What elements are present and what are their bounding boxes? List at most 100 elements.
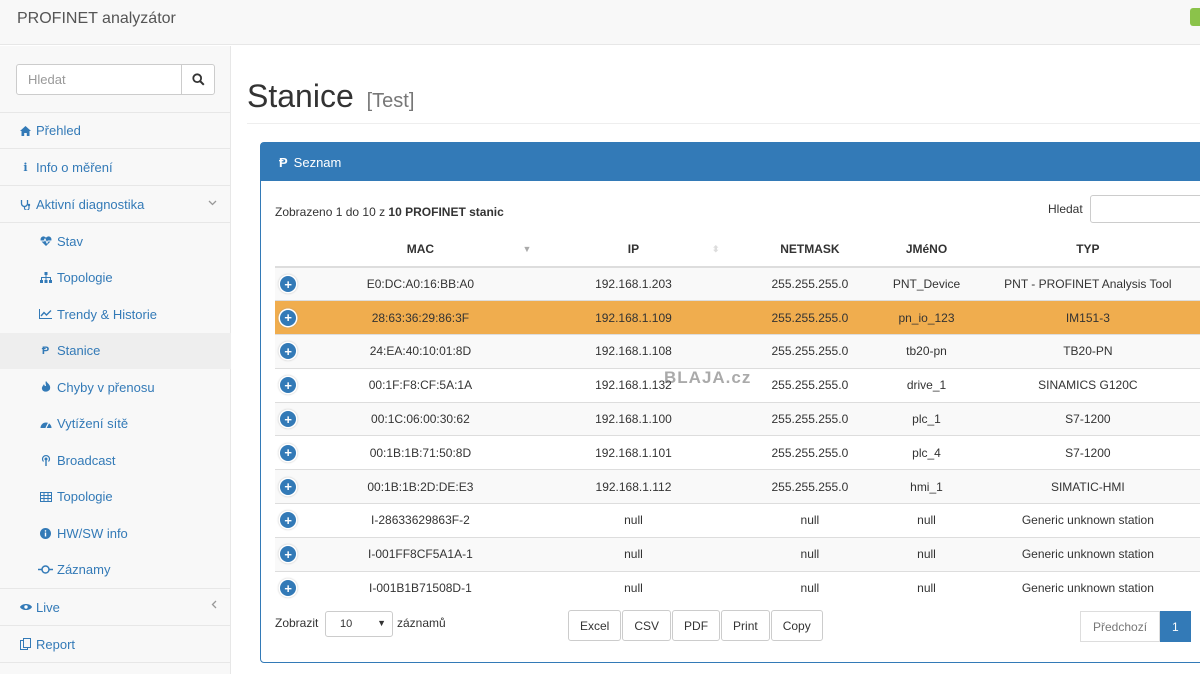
table-row[interactable]: + I-001B1B71508D-1 null null null Generic unk…	[275, 570, 1200, 605]
pagination-page-1[interactable]: 1	[1160, 611, 1191, 642]
expand-row-icon[interactable]: +	[280, 309, 297, 326]
sitemap-icon	[38, 272, 53, 284]
table-row[interactable]: +00:1C:06:00:30:62 192.168.1.100 255.255.2…	[275, 401, 1200, 436]
table-cell-expand: +	[275, 469, 302, 504]
table-cell-type: IM151-3	[960, 300, 1200, 335]
table-cell-netmask: null	[727, 503, 893, 538]
table-header-name[interactable]: JMéNO	[892, 231, 961, 268]
table-cell-ip: 192.168.1.109	[539, 300, 728, 335]
sidebar-subitem-vytizeni[interactable]: Vytížení sítě	[0, 406, 231, 443]
table-cell-name: hmi_1	[892, 469, 961, 504]
csv-button[interactable]: CSV	[622, 610, 672, 641]
copy-icon	[18, 638, 33, 650]
table-cell-netmask: 255.255.255.0	[727, 367, 893, 403]
table-row[interactable]: + I-001FF8CF5A1A-1 null null null Generic unk…	[275, 536, 1200, 572]
expand-row-icon[interactable]: +	[280, 546, 297, 563]
table-header-label: JMéNO	[905, 241, 948, 256]
sidebar-item-info[interactable]: i Info o měření	[0, 149, 231, 186]
info-circle-icon	[38, 527, 53, 539]
expand-row-icon[interactable]: +	[280, 512, 297, 529]
table-body: + E0:DC:A0:16:BB:A0 192.168.1.203 255.255.2…	[275, 266, 1200, 605]
pagination-previous[interactable]: Předchozí	[1080, 611, 1161, 642]
table-cell-name: plc_4	[892, 435, 961, 470]
table-row[interactable]: +00:1B:1B:2D:DE:E3 192.168.1.112 255.255.2…	[275, 469, 1200, 504]
table-cell-mac: 00:1C:06:00:30:62	[301, 401, 540, 436]
table-cell-mac: I-001B1B71508D-1	[301, 570, 540, 605]
sidebar-subitem-trendy[interactable]: Trendy & Historie	[0, 296, 231, 333]
sidebar-subitem-stanice[interactable]: Ᵽ Stanice	[0, 332, 231, 369]
sidebar-subitem-chyby[interactable]: Chyby v přenosu	[0, 369, 231, 406]
page-title-text: Stanice	[247, 78, 354, 114]
table-cell-name: tb20-pn	[892, 334, 961, 369]
excel-button[interactable]: Excel	[568, 610, 622, 641]
app-title[interactable]: PROFINET analyzátor	[17, 10, 176, 28]
dashboard-icon	[38, 419, 53, 429]
table-cell-expand: +	[275, 300, 302, 335]
table-header-label: IP	[627, 241, 640, 256]
info-icon: i	[23, 160, 28, 174]
table-row[interactable]: + I-28633629863F-2 null null null Generic unk…	[275, 503, 1200, 538]
search-input[interactable]	[17, 65, 181, 94]
sidebar-item-live[interactable]: Live	[0, 589, 231, 626]
sidebar-subitem-label: Broadcast	[57, 452, 116, 468]
table-cell-ip: null	[539, 536, 728, 572]
table-cell-netmask: null	[727, 536, 893, 572]
expand-row-icon[interactable]: +	[280, 411, 297, 428]
table-cell-mac: 24:EA:40:10:01:8D	[301, 334, 540, 369]
sidebar-subitem-hwsw[interactable]: HW/SW info	[0, 515, 231, 552]
page-subtitle: [Test]	[366, 90, 415, 112]
sidebar-item-aktivni-diagnostika[interactable]: Aktivní diagnostika	[0, 186, 231, 223]
caret-down-icon: ▼	[377, 618, 386, 628]
expand-row-icon[interactable]: +	[280, 377, 297, 394]
expand-row-icon[interactable]: +	[280, 444, 297, 461]
table-info-count: 10 PROFINET stanic	[388, 205, 504, 219]
table-cell-netmask: null	[727, 570, 893, 605]
table-cell-netmask: 255.255.255.0	[727, 266, 893, 301]
sidebar-item-report[interactable]: Report	[0, 626, 231, 663]
user-icon[interactable]	[1190, 8, 1200, 26]
table-row[interactable]: +00:1B:1B:71:50:8D 192.168.1.101 255.255.2…	[275, 435, 1200, 470]
table-row[interactable]: +24:EA:40:10:01:8D 192.168.1.108 255.255.2…	[275, 334, 1200, 369]
sidebar-subitem-stav[interactable]: Stav	[0, 223, 231, 260]
table-cell-name: plc_1	[892, 401, 961, 436]
title-divider	[247, 123, 1200, 124]
table-icon	[38, 491, 53, 502]
pdf-button[interactable]: PDF	[672, 610, 721, 641]
table-row[interactable]: + E0:DC:A0:16:BB:A0 192.168.1.203 255.255.2…	[275, 266, 1200, 301]
sidebar-subitem-topologie-table[interactable]: Topologie	[0, 479, 231, 516]
sidebar-subitem-broadcast[interactable]: Broadcast	[0, 442, 231, 479]
table-cell-type: S7-1200	[960, 435, 1200, 470]
expand-row-icon[interactable]: +	[280, 580, 297, 597]
table-header-mac[interactable]: MAC ▼	[301, 231, 540, 268]
page-length-select[interactable]: 10 ▼	[325, 611, 393, 637]
print-button[interactable]: Print	[721, 610, 770, 641]
table-cell-type: SINAMICS G120C	[960, 367, 1200, 403]
table-cell-mac: 00:1F:F8:CF:5A:1A	[301, 367, 540, 403]
table-cell-mac: 00:1B:1B:2D:DE:E3	[301, 469, 540, 504]
expand-row-icon[interactable]: +	[280, 343, 297, 360]
table-row[interactable]: +28:63:36:29:86:3F 192.168.1.109 255.255.2…	[275, 300, 1200, 335]
expand-row-icon[interactable]: +	[280, 276, 297, 293]
home-icon	[18, 125, 33, 136]
stations-table: MAC ▼ IP ⬍ NETMASK JMéNO TYP + E0:DC:A0:1…	[275, 231, 1200, 605]
search-button[interactable]	[181, 65, 214, 94]
table-header-netmask[interactable]: NETMASK	[727, 231, 893, 268]
table-header-row: MAC ▼ IP ⬍ NETMASK JMéNO TYP	[275, 231, 1200, 268]
table-cell-name: pn_io_123	[892, 300, 961, 335]
table-info-prefix: Zobrazeno 1 do 10 z	[275, 205, 389, 219]
sort-icon: ⬍	[711, 244, 720, 254]
expand-row-icon[interactable]: +	[280, 478, 297, 495]
copy-button[interactable]: Copy	[770, 610, 823, 641]
sidebar-subitem-topologie[interactable]: Topologie	[0, 260, 231, 297]
table-filter-input[interactable]	[1090, 195, 1200, 223]
sidebar-nav: Přehled i Info o měření Aktivní diagnost…	[0, 112, 231, 663]
table-cell-name: null	[892, 536, 961, 572]
table-cell-expand: +	[275, 503, 302, 538]
sidebar-item-prehled[interactable]: Přehled	[0, 112, 231, 149]
table-cell-expand: +	[275, 266, 302, 301]
watermark: BLAJA.cz	[664, 368, 752, 387]
sidebar-subitem-zaznamy[interactable]: Záznamy	[0, 552, 231, 589]
table-header-ip[interactable]: IP ⬍	[539, 231, 728, 268]
table-header-type[interactable]: TYP	[960, 231, 1200, 268]
page-length-value: 10	[340, 618, 353, 630]
